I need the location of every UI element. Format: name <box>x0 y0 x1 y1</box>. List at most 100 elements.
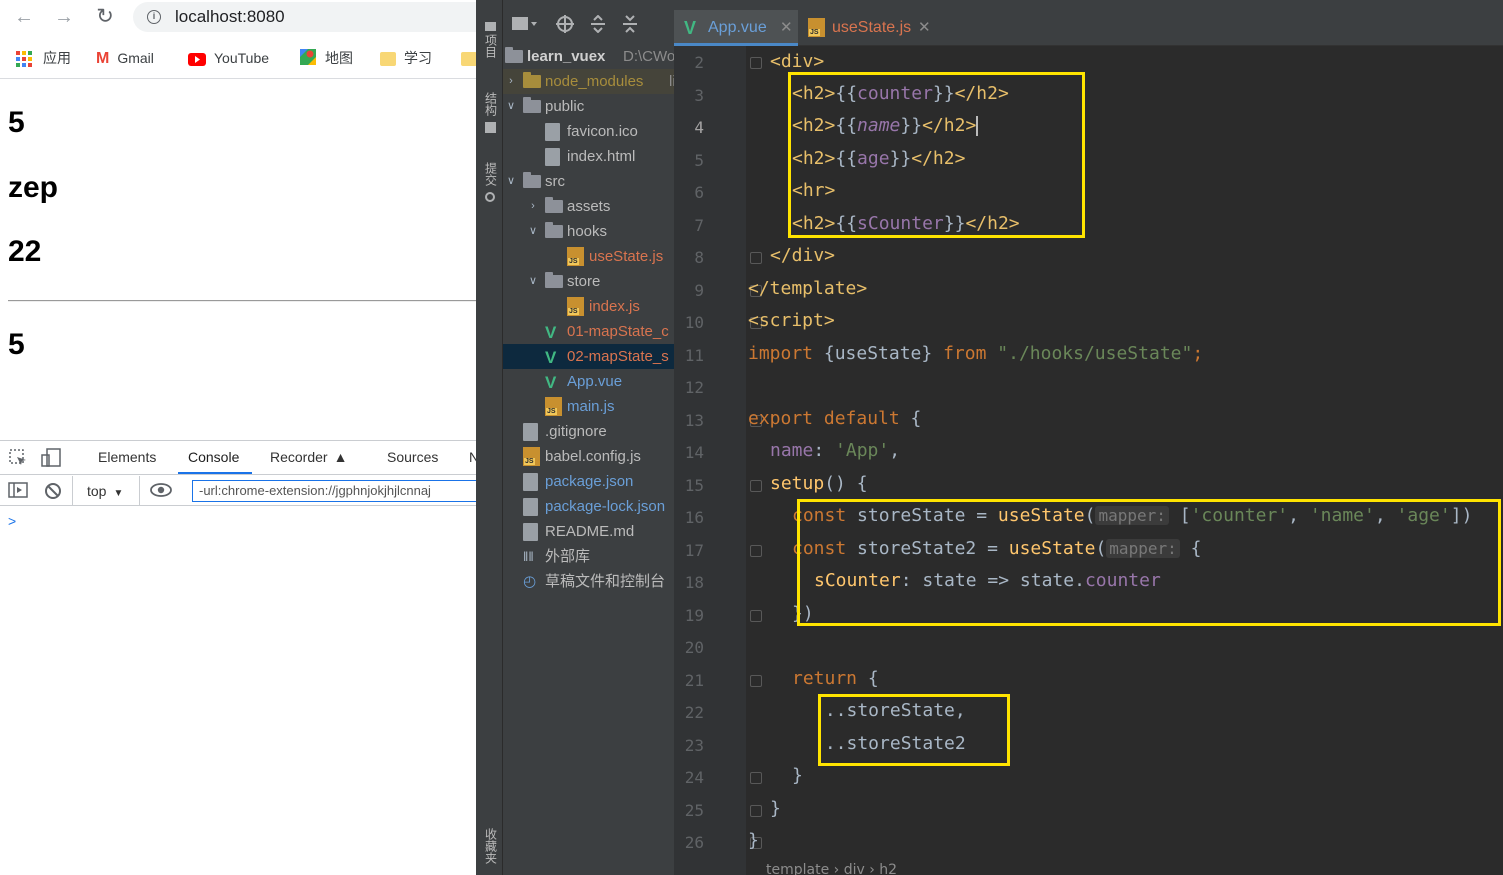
bookmark-apps[interactable]: 应用 <box>16 48 71 68</box>
tab-sources[interactable]: Sources <box>387 449 438 465</box>
tool-commit[interactable]: 提交 <box>482 162 498 202</box>
chevron-right-icon[interactable]: › <box>527 194 539 219</box>
vue-icon: V <box>545 323 557 342</box>
code-line: return { <box>792 663 879 695</box>
commit-icon <box>485 192 495 202</box>
tool-label: 项目 <box>483 34 498 58</box>
tree-item[interactable]: main.js <box>503 394 674 419</box>
line-number: 15 <box>684 475 704 495</box>
sidebar-toggle-icon[interactable] <box>8 482 28 501</box>
collapse-all-icon[interactable] <box>621 15 639 38</box>
chevron-right-icon[interactable]: › <box>505 69 517 94</box>
close-icon[interactable]: ✕ <box>780 10 793 46</box>
reload-icon[interactable]: ↻ <box>91 4 119 30</box>
code-line: <script> <box>748 305 835 337</box>
console-prompt[interactable]: > <box>8 513 16 529</box>
tab-more[interactable]: N <box>469 449 476 465</box>
bookmark-youtube[interactable]: YouTube <box>188 48 269 68</box>
tree-item-label: node_modules <box>545 73 644 90</box>
tree-item[interactable]: V 02-mapState_s <box>503 344 674 369</box>
tool-project[interactable]: 项目 <box>482 22 498 61</box>
tree-item-label: package-lock.json <box>545 498 666 515</box>
tree-item-label: 01-mapState_c <box>567 323 669 340</box>
code-token: setup <box>770 473 825 494</box>
tree-item[interactable]: ∨ public <box>503 94 674 119</box>
tree-item[interactable]: ∨ src <box>503 169 674 194</box>
context-selector[interactable]: top ▼ <box>87 483 123 499</box>
omnibox[interactable]: i localhost:8080 <box>133 2 476 32</box>
clear-console-icon[interactable] <box>44 482 62 503</box>
chevron-down-icon[interactable]: ∨ <box>505 94 517 119</box>
tab-usestate-js[interactable]: useState.js ✕ <box>798 10 938 46</box>
divider <box>0 78 476 79</box>
bookmark-maps[interactable]: 地图 <box>299 48 353 68</box>
tool-favorites[interactable]: 收藏夹 <box>482 828 498 867</box>
vue-icon: V <box>545 348 557 367</box>
expand-all-icon[interactable] <box>589 14 607 38</box>
tree-item[interactable]: ∨ store <box>503 269 674 294</box>
code-token: from <box>932 343 998 364</box>
line-number: 17 <box>684 540 704 560</box>
horizontal-rule <box>8 300 476 302</box>
breadcrumb[interactable]: template › div › h2 <box>766 862 897 875</box>
project-toolbar <box>503 10 674 40</box>
code-line: </div> <box>770 240 835 272</box>
file-icon <box>545 123 560 141</box>
code-token: name <box>770 440 814 461</box>
tab-elements[interactable]: Elements <box>98 449 156 465</box>
bookmark-gmail[interactable]: M Gmail <box>96 48 154 68</box>
url-text[interactable]: localhost:8080 <box>175 7 285 27</box>
code-token: ; <box>1192 343 1204 364</box>
tree-item[interactable]: ›node_moduleslib <box>503 69 674 94</box>
tree-item[interactable]: › assets <box>503 194 674 219</box>
info-icon[interactable]: i <box>147 10 161 24</box>
folder-icon[interactable] <box>461 48 476 68</box>
back-arrow-icon[interactable]: ← <box>10 4 38 30</box>
tree-item[interactable]: learn_vuex D:\CWor <box>503 44 674 69</box>
tree-item[interactable]: index.js <box>503 294 674 319</box>
tool-structure[interactable]: 结构 <box>482 92 498 133</box>
tree-item[interactable]: favicon.ico <box>503 119 674 144</box>
crosshair-icon[interactable] <box>556 15 574 38</box>
tab-recorder[interactable]: Recorder ▲ <box>270 449 347 465</box>
tree-item[interactable]: ∨ hooks <box>503 219 674 244</box>
chevron-down-icon[interactable]: ∨ <box>527 269 539 294</box>
tree-item[interactable]: V 01-mapState_c <box>503 319 674 344</box>
tree-item[interactable]: package-lock.json <box>503 494 674 519</box>
tree-item-path: D:\CWor <box>623 48 674 65</box>
device-toolbar-icon[interactable] <box>40 448 62 471</box>
live-expression-eye-icon[interactable] <box>150 482 172 501</box>
code-editor[interactable]: <div> <h2>{{counter}}</h2> <h2>{{name}}<… <box>746 46 1503 875</box>
line-number: 7 <box>694 215 704 235</box>
counter-heading: 5 <box>8 106 25 139</box>
line-number: 3 <box>694 85 704 105</box>
tree-item[interactable]: ‖‖ 外部库 <box>503 544 674 569</box>
file-icon <box>523 498 538 516</box>
code-token: {useState} <box>823 343 933 364</box>
tab-app-vue[interactable]: V App.vue ✕ <box>674 10 798 46</box>
tree-item[interactable]: README.md <box>503 519 674 544</box>
console-filter-input[interactable]: -url:chrome-extension://jgphnjokjhjlcnna… <box>192 480 476 502</box>
tree-item[interactable]: index.html <box>503 144 674 169</box>
bookmark-study[interactable]: 学习 <box>380 48 432 68</box>
browser-window: ← → ↻ i localhost:8080 应用 M Gmail YouTube <box>0 0 476 875</box>
js-file-icon <box>808 18 825 37</box>
tree-item[interactable]: useState.js <box>503 244 674 269</box>
bookmark-label: 学习 <box>404 50 432 66</box>
line-number: 23 <box>684 735 704 755</box>
tree-item[interactable]: ◴ 草稿文件和控制台 <box>503 569 674 594</box>
chevron-down-icon[interactable]: ∨ <box>505 169 517 194</box>
close-icon[interactable]: ✕ <box>918 10 931 46</box>
tree-item[interactable]: V App.vue <box>503 369 674 394</box>
tab-console[interactable]: Console <box>188 449 239 465</box>
tree-item[interactable]: babel.config.js <box>503 444 674 469</box>
forward-arrow-icon[interactable]: → <box>50 4 78 30</box>
inspect-icon[interactable] <box>8 448 28 471</box>
name-heading: zep <box>8 171 59 204</box>
project-view-icon[interactable] <box>511 14 541 39</box>
line-number: 24 <box>684 768 704 787</box>
chevron-down-icon[interactable]: ∨ <box>527 219 539 244</box>
tree-item[interactable]: package.json <box>503 469 674 494</box>
tree-item[interactable]: .gitignore <box>503 419 674 444</box>
code-token: } <box>770 798 781 819</box>
